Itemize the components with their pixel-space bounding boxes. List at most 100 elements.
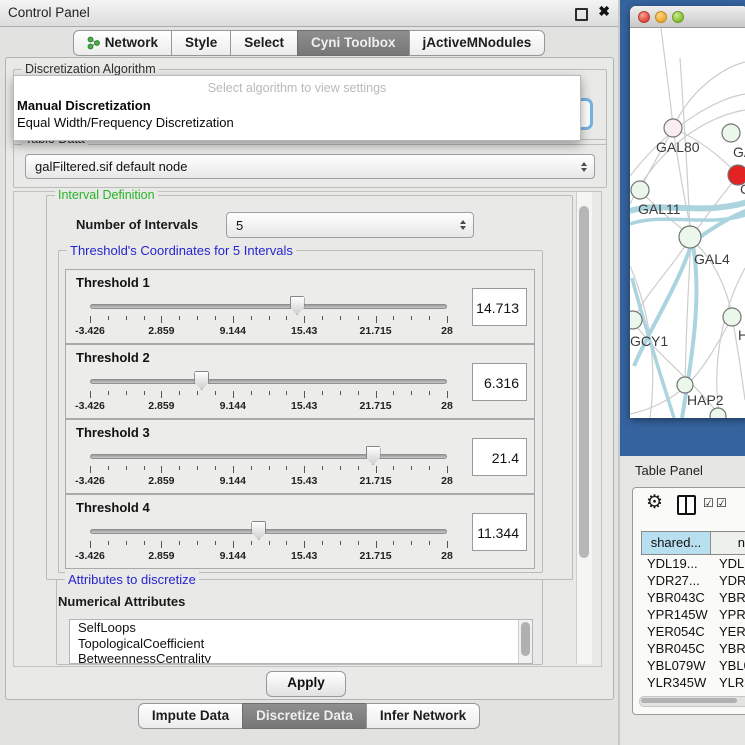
close-button[interactable]	[638, 11, 650, 23]
slider-tick	[286, 391, 287, 395]
attribute-item-topologicalcoefficient[interactable]: TopologicalCoefficient	[70, 636, 532, 652]
slider-track[interactable]	[90, 454, 447, 459]
network-node-hap2[interactable]	[677, 377, 693, 393]
network-edge-highlighted[interactable]	[696, 210, 745, 240]
network-node-gal4[interactable]	[679, 226, 701, 248]
slider-thumb[interactable]	[194, 371, 209, 390]
cell-shared-name[interactable]: YBL079W	[641, 657, 711, 674]
slider-tick	[233, 541, 234, 548]
slider-thumb[interactable]	[290, 296, 305, 315]
network-window[interactable]: GAL80GACGAL11GAL4GCY1HHAP2	[630, 6, 745, 418]
slider-thumb[interactable]	[251, 521, 266, 540]
slider-tick	[376, 541, 377, 548]
cell-name[interactable]: YBR0	[711, 589, 745, 606]
tab-select[interactable]: Select	[230, 30, 298, 56]
cell-shared-name[interactable]: YDL19...	[641, 555, 711, 572]
cell-shared-name[interactable]: YPR145W	[641, 606, 711, 623]
scrollbar-thumb[interactable]	[579, 206, 589, 558]
slider-tick-label: 28	[441, 400, 453, 412]
table-row[interactable]: YLR345WYLR3	[641, 674, 745, 691]
slider-thumb[interactable]	[366, 446, 381, 465]
apply-button[interactable]: Apply	[266, 671, 346, 697]
cell-name[interactable]: YDL1	[711, 555, 745, 572]
cell-name[interactable]: YLR3	[711, 674, 745, 691]
tab-impute-data[interactable]: Impute Data	[138, 703, 243, 729]
close-icon[interactable]: ✖	[598, 3, 610, 20]
num-intervals-combo[interactable]: 5	[226, 212, 474, 238]
threshold-value-field[interactable]: 21.4	[472, 438, 527, 476]
cell-name[interactable]: YPR1	[711, 606, 745, 623]
threshold-slider[interactable]: -3.4262.8599.14415.4321.71528	[90, 519, 447, 565]
network-node[interactable]	[710, 408, 726, 418]
attribute-item-selfloops[interactable]: SelfLoops	[70, 620, 532, 636]
table-row[interactable]: YER054CYER0	[641, 623, 745, 640]
numerical-attributes-list[interactable]: SelfLoopsTopologicalCoefficientBetweenne…	[69, 619, 533, 664]
threshold-value-field[interactable]: 14.713	[472, 288, 527, 326]
attributes-scrollbar[interactable]	[518, 620, 532, 663]
tab-label: Discretize Data	[256, 704, 353, 728]
vertical-scrollbar[interactable]	[576, 192, 592, 664]
cell-shared-name[interactable]: YLR345W	[641, 674, 711, 691]
column-header-shared[interactable]: shared...	[641, 531, 711, 555]
threshold-slider[interactable]: -3.4262.8599.14415.4321.71528	[90, 369, 447, 415]
tab-cyni-toolbox[interactable]: Cyni Toolbox	[297, 30, 410, 56]
threshold-value-field[interactable]: 6.316	[472, 363, 527, 401]
gear-icon[interactable]: ⚙	[646, 491, 663, 514]
table-row[interactable]: YDR27...YDR2	[641, 572, 745, 589]
tab-infer-network[interactable]: Infer Network	[366, 703, 480, 729]
threshold-slider[interactable]: -3.4262.8599.14415.4321.71528	[90, 444, 447, 490]
float-window-icon[interactable]	[575, 8, 588, 21]
column-header-name[interactable]: na	[710, 531, 745, 555]
slider-tick	[269, 466, 270, 470]
table-data-combo[interactable]: galFiltered.sif default node	[25, 154, 595, 179]
table-row[interactable]: YDL19...YDL1	[641, 555, 745, 572]
attribute-item-betweennesscentrality[interactable]: BetweennessCentrality	[70, 651, 532, 664]
slider-track[interactable]	[90, 529, 447, 534]
cell-name[interactable]: YER0	[711, 623, 745, 640]
cell-name[interactable]: YBL0	[711, 657, 745, 674]
table-row[interactable]: YBL079WYBL0	[641, 657, 745, 674]
cell-shared-name[interactable]: YBR045C	[641, 640, 711, 657]
bottom-tab-bar: Impute Data Discretize Data Infer Network	[0, 703, 618, 729]
horizontal-scrollbar[interactable]	[639, 696, 745, 707]
threshold-value-field[interactable]: 11.344	[472, 513, 527, 551]
slider-tick	[215, 391, 216, 395]
algorithm-option-manual-discretization[interactable]: Manual Discretization	[17, 98, 151, 113]
slider-tick	[161, 466, 162, 473]
scrollbar-thumb[interactable]	[641, 698, 737, 703]
table-row[interactable]: YBR043CYBR0	[641, 589, 745, 606]
network-canvas[interactable]: GAL80GACGAL11GAL4GCY1HHAP2	[630, 28, 745, 418]
slider-tick	[269, 316, 270, 320]
cell-shared-name[interactable]: YDR27...	[641, 572, 711, 589]
cell-name[interactable]: YDR2	[711, 572, 745, 589]
checkbox-icon[interactable]: ☑	[703, 496, 714, 510]
network-node-gcy1[interactable]	[630, 311, 642, 329]
network-icon	[87, 36, 100, 50]
cell-name[interactable]: YBR0	[711, 640, 745, 657]
zoom-button[interactable]	[672, 11, 684, 23]
threshold-slider[interactable]: -3.4262.8599.14415.4321.71528	[90, 294, 447, 340]
minimize-button[interactable]	[655, 11, 667, 23]
cell-shared-name[interactable]: YER054C	[641, 623, 711, 640]
network-edge[interactable]	[641, 128, 673, 189]
tab-network[interactable]: Network	[73, 30, 172, 56]
network-edge[interactable]	[630, 387, 685, 414]
table-row[interactable]: YPR145WYPR1	[641, 606, 745, 623]
network-node-gal11[interactable]	[631, 181, 649, 199]
slider-track[interactable]	[90, 379, 447, 384]
checkbox-icon[interactable]: ☑	[716, 496, 727, 510]
slider-track[interactable]	[90, 304, 447, 309]
table-row[interactable]: YBR045CYBR0	[641, 640, 745, 657]
network-node-h[interactable]	[723, 308, 741, 326]
tab-style[interactable]: Style	[171, 30, 231, 56]
network-edge[interactable]	[661, 28, 673, 126]
cell-shared-name[interactable]: YBR043C	[641, 589, 711, 606]
algorithm-option-equal-width-frequency-discretization[interactable]: Equal Width/Frequency Discretization	[17, 115, 234, 130]
network-node-ga[interactable]	[722, 124, 740, 142]
network-node-gal80[interactable]	[664, 119, 682, 137]
tab-jactivemnodules[interactable]: jActiveMNodules	[409, 30, 546, 56]
thresholds-group-title: Threshold's Coordinates for 5 Intervals	[67, 243, 296, 258]
tab-discretize-data[interactable]: Discretize Data	[242, 703, 367, 729]
column-layout-icon[interactable]	[677, 495, 696, 515]
slider-tick-label: 15.43	[291, 550, 317, 562]
